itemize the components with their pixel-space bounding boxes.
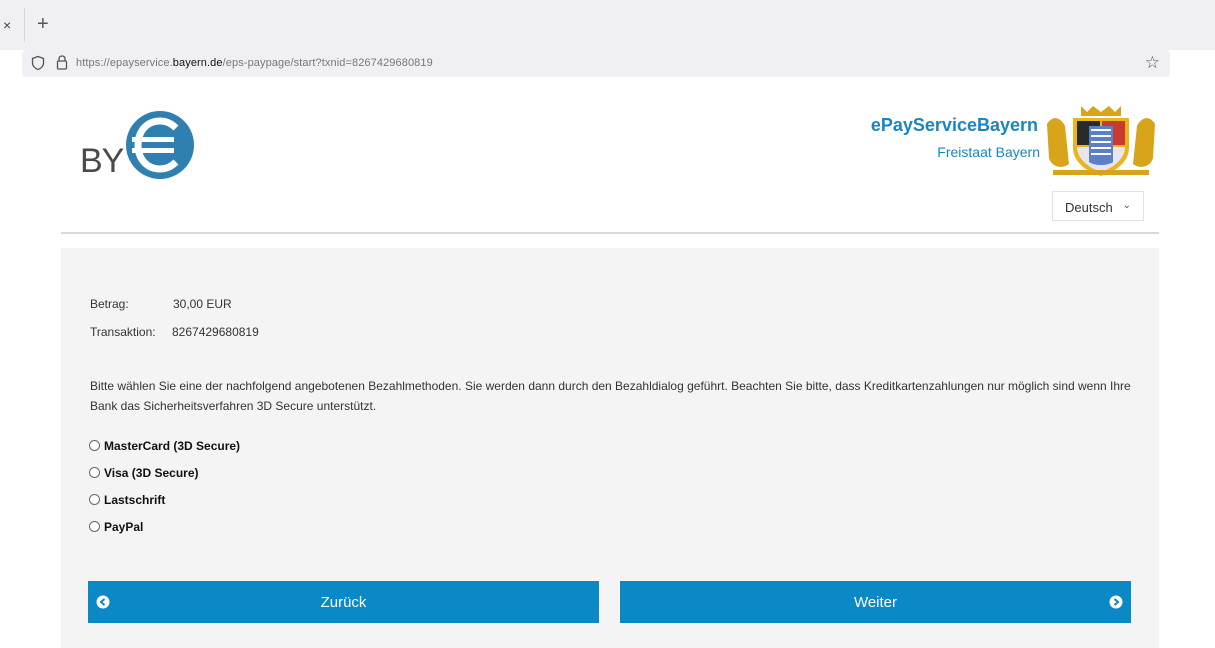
language-select[interactable]: Deutsch ⌄ — [1052, 191, 1144, 221]
payment-option-label: MasterCard (3D Secure) — [104, 438, 241, 453]
next-button[interactable]: Weiter — [620, 581, 1131, 623]
radio-button[interactable] — [89, 494, 100, 505]
next-button-label: Weiter — [853, 593, 898, 611]
euro-logo-icon — [126, 111, 194, 179]
browser-tab-bar: × + — [0, 0, 1215, 50]
payment-method-list: MasterCard (3D Secure) Visa (3D Secure) … — [89, 432, 240, 540]
address-bar[interactable]: https://epayservice.bayern.de/eps-paypag… — [22, 50, 1170, 77]
url-path: /eps-paypage/start?txnid=8267429680819 — [222, 57, 433, 69]
instructions-text: Bitte wählen Sie eine der nachfolgend an… — [90, 379, 1131, 413]
coat-of-arms-icon — [1047, 106, 1155, 176]
back-button-label: Zurück — [320, 593, 367, 611]
radio-button[interactable] — [89, 440, 100, 451]
payment-option-visa[interactable]: Visa (3D Secure) — [89, 459, 240, 486]
brand-subtitle: Freistaat Bayern — [937, 144, 1040, 160]
amount-label: Betrag: — [90, 297, 129, 311]
radio-button[interactable] — [89, 521, 100, 532]
logo-text: BY — [80, 142, 124, 180]
payment-panel: Betrag: 30,00 EUR Transaktion: 826742968… — [61, 248, 1159, 648]
shield-icon[interactable] — [30, 55, 46, 71]
close-tab-button[interactable]: × — [3, 18, 11, 32]
amount-value: 30,00 EUR — [173, 297, 232, 311]
transaction-row: Transaktion: 8267429680819 — [90, 325, 259, 339]
radio-button[interactable] — [89, 467, 100, 478]
payment-option-label: Lastschrift — [104, 492, 166, 507]
payment-option-lastschrift[interactable]: Lastschrift — [89, 486, 240, 513]
header-divider — [61, 232, 1159, 234]
transaction-value: 8267429680819 — [172, 325, 259, 339]
url-prefix: https://epayservice. — [76, 57, 173, 69]
language-value: Deutsch — [1065, 200, 1113, 215]
bookmark-star-icon[interactable]: ☆ — [1145, 53, 1160, 73]
payment-option-label: PayPal — [104, 519, 144, 534]
lock-icon[interactable] — [55, 54, 69, 71]
back-button[interactable]: Zurück — [88, 581, 599, 623]
payment-option-label: Visa (3D Secure) — [104, 465, 199, 480]
brand-title: ePayServiceBayern — [870, 115, 1038, 135]
arrow-left-circle-icon — [96, 595, 110, 609]
arrow-right-circle-icon — [1109, 595, 1123, 609]
url-domain: bayern.de — [172, 57, 223, 69]
amount-row: Betrag: 30,00 EUR — [90, 297, 232, 311]
tab-divider — [24, 8, 25, 42]
payment-option-mastercard[interactable]: MasterCard (3D Secure) — [89, 432, 240, 459]
chevron-down-icon: ⌄ — [1122, 200, 1131, 211]
new-tab-button[interactable]: + — [37, 14, 49, 34]
url-text[interactable]: https://epayservice.bayern.de/eps-paypag… — [76, 57, 433, 69]
transaction-label: Transaktion: — [90, 325, 156, 339]
payment-option-paypal[interactable]: PayPal — [89, 513, 240, 540]
